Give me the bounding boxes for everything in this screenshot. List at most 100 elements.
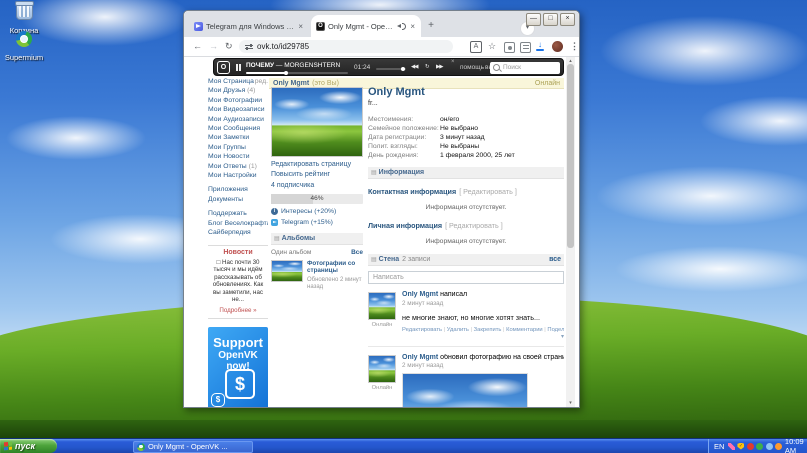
language-indicator[interactable]: EN xyxy=(714,442,724,451)
tray-red-icon[interactable] xyxy=(747,443,754,450)
post-action-edit[interactable]: Редактировать xyxy=(402,327,447,333)
post-action-share[interactable]: Поделиться xyxy=(547,327,564,333)
tray-pencil-icon[interactable] xyxy=(728,443,735,450)
chevron-down-icon[interactable]: ▾ xyxy=(561,333,564,340)
tray-volume-icon[interactable] xyxy=(766,443,773,450)
sidebar-item-news[interactable]: Мои Новости xyxy=(208,152,268,161)
followers-link[interactable]: 4 подписчика xyxy=(271,182,363,189)
boost-interests-link[interactable]: iИнтересы (+20%) xyxy=(271,208,363,215)
scrollbar-thumb[interactable] xyxy=(567,64,574,248)
album-thumbnail[interactable] xyxy=(271,260,303,282)
support-openvk-banner[interactable]: Support OpenVK now! $ $ xyxy=(208,327,268,408)
sidebar-item-answers[interactable]: Мои Ответы (1) xyxy=(208,162,268,171)
album-title[interactable]: Фотографии со страницы xyxy=(307,260,363,275)
help-link[interactable]: помощь xyxy=(460,64,484,71)
tab-close-icon[interactable]: × xyxy=(409,22,416,31)
tab-openvk[interactable]: O Only Mgmt - OpenVK × xyxy=(311,15,421,37)
post-action-delete[interactable]: Удалить xyxy=(447,327,474,333)
close-button[interactable]: × xyxy=(560,13,575,26)
forward-button[interactable]: → xyxy=(209,41,218,51)
volume-slider[interactable] xyxy=(376,68,406,70)
tab-close-icon[interactable]: × xyxy=(297,22,304,31)
wall-write-input[interactable] xyxy=(368,271,564,284)
wall-all-link[interactable]: все xyxy=(549,254,561,265)
seek-knob[interactable] xyxy=(284,71,288,75)
maximize-button[interactable]: □ xyxy=(543,13,558,26)
seek-bar[interactable] xyxy=(246,72,348,74)
next-track-icon[interactable]: ▶▶ xyxy=(436,64,442,70)
sidebar-item-my-page[interactable]: Моя Страницаред. xyxy=(208,77,268,86)
owner-name[interactable]: Only Mgmt xyxy=(273,80,309,87)
sidebar-item-groups[interactable]: Мои Группы xyxy=(208,143,268,152)
openvk-logo[interactable]: O xyxy=(217,61,230,74)
search-box[interactable] xyxy=(490,62,560,74)
tab-audio-speaker-icon[interactable] xyxy=(397,22,406,30)
news-more-link[interactable]: Подробнее » xyxy=(209,307,267,314)
search-input[interactable] xyxy=(503,64,557,71)
post-author-link[interactable]: Only Mgmt xyxy=(402,354,438,361)
edit-link[interactable]: [ Редактировать ] xyxy=(445,221,503,230)
sidebar-item-friends[interactable]: Мои Друзья (4) xyxy=(208,86,268,95)
sidebar-item-blog[interactable]: Блог Веселокрафта xyxy=(208,219,268,228)
profile-status[interactable]: fr... xyxy=(368,100,564,107)
album-item[interactable]: Фотографии со страницы Обновлено 2 минут… xyxy=(271,260,363,291)
site-settings-icon[interactable] xyxy=(245,44,253,50)
post-action-comments[interactable]: Комментарии xyxy=(506,327,547,333)
volume-knob[interactable] xyxy=(401,67,405,71)
collapse-icon[interactable]: ▤ xyxy=(274,236,280,242)
post-author-link[interactable]: Only Mgmt xyxy=(402,291,438,298)
profile-photo[interactable] xyxy=(271,87,363,157)
post-avatar[interactable] xyxy=(368,355,396,383)
extension-icon[interactable] xyxy=(504,42,515,53)
bookmark-star-icon[interactable]: ☆ xyxy=(488,41,496,52)
translate-icon[interactable]: A xyxy=(470,41,482,53)
page-scrollbar[interactable]: ▴ ▾ xyxy=(566,57,575,407)
player-close-icon[interactable]: × xyxy=(451,59,455,65)
post-avatar[interactable] xyxy=(368,292,396,320)
edit-page-link[interactable]: Редактировать страницу xyxy=(271,161,363,168)
start-button[interactable]: пуск xyxy=(0,439,57,453)
post-action-pin[interactable]: Закрепить xyxy=(474,327,507,333)
desktop-icon-supermium[interactable]: Supermium xyxy=(0,31,48,62)
sidebar-item-notes[interactable]: Мои Заметки xyxy=(208,133,268,142)
taskbar-task-openvk[interactable]: Only Mgmt - OpenVK ... xyxy=(133,441,253,453)
reload-button[interactable]: ↻ xyxy=(225,41,233,52)
sidebar-item-cyberpedia[interactable]: Сайберпедия xyxy=(208,228,268,237)
rating-value: 46% xyxy=(310,195,323,202)
tray-green-icon[interactable] xyxy=(756,443,763,450)
profile-avatar[interactable] xyxy=(552,41,563,52)
boost-telegram-link[interactable]: Telegram (+15%) xyxy=(271,219,363,226)
sidebar-item-videos[interactable]: Мои Видеозаписи xyxy=(208,105,268,114)
edit-link[interactable]: ред. xyxy=(255,77,268,86)
download-icon[interactable]: ↓ xyxy=(535,40,545,51)
sidebar-item-apps[interactable]: Приложения xyxy=(208,185,268,194)
tray-orange-icon[interactable] xyxy=(775,443,782,450)
back-button[interactable]: ← xyxy=(193,41,202,51)
pause-button[interactable] xyxy=(236,64,241,71)
previous-track-icon[interactable]: ◀◀ xyxy=(411,64,417,70)
sidebar-item-audios[interactable]: Мои Аудиозаписи xyxy=(208,115,268,124)
post-timestamp[interactable]: 2 минут назад xyxy=(402,362,564,369)
sidebar-item-photos[interactable]: Мои Фотографии xyxy=(208,96,268,105)
albums-all-link[interactable]: Все xyxy=(351,249,363,256)
menu-icon[interactable]: ⋮ xyxy=(570,41,579,52)
track-title[interactable]: ПОЧЕМУ — MORGENSHTERN xyxy=(246,62,350,69)
scroll-down-icon[interactable]: ▾ xyxy=(566,400,575,406)
tray-shield-icon[interactable]: ✓ xyxy=(737,443,744,450)
sidebar-item-documents[interactable]: Документы xyxy=(208,195,268,204)
sidebar-item-settings[interactable]: Мои Настройки xyxy=(208,171,268,180)
edit-link[interactable]: [ Редактировать ] xyxy=(459,187,517,196)
minimize-button[interactable]: — xyxy=(526,13,541,26)
new-tab-button[interactable]: + xyxy=(424,19,438,33)
tab-telegram[interactable]: Telegram для Windows XP [1] - К × xyxy=(189,15,309,37)
extension-icon[interactable] xyxy=(520,42,531,53)
collapse-icon[interactable]: ▤ xyxy=(371,170,377,176)
boost-rating-link[interactable]: Повысить рейтинг xyxy=(271,171,363,178)
sidebar-item-messages[interactable]: Мои Сообщения xyxy=(208,124,268,133)
repeat-icon[interactable]: ↻ xyxy=(425,64,430,70)
post-photo[interactable] xyxy=(402,373,528,407)
address-bar[interactable]: ovk.to/id29785 xyxy=(239,40,453,53)
collapse-icon[interactable]: ▤ xyxy=(371,257,377,263)
post-timestamp[interactable]: 2 минут назад xyxy=(402,300,564,307)
sidebar-item-donate[interactable]: Поддержать xyxy=(208,209,268,218)
